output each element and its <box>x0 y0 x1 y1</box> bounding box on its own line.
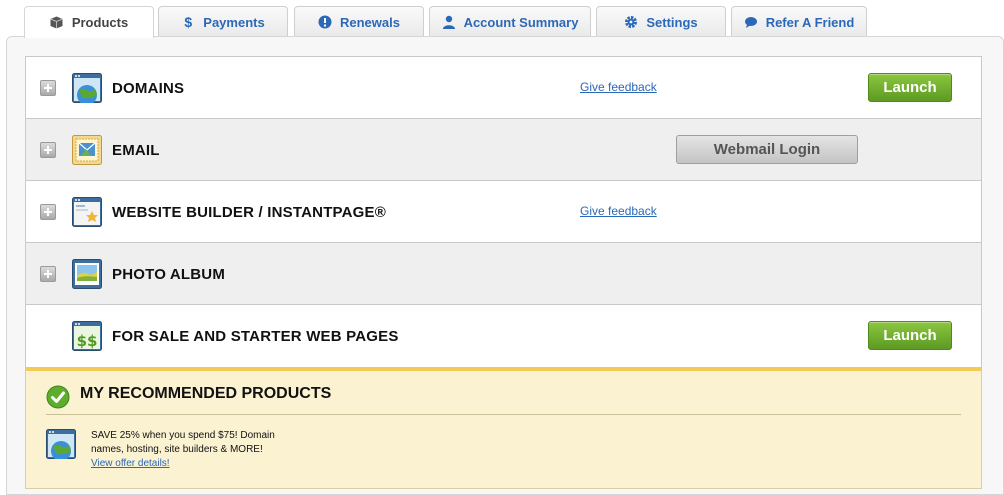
expand-icon[interactable] <box>40 142 56 158</box>
give-feedback-link[interactable]: Give feedback <box>580 204 657 218</box>
tab-renewals[interactable]: Renewals <box>294 6 424 37</box>
offer-description: SAVE 25% when you spend $75! Domain name… <box>91 429 306 471</box>
expand-icon[interactable] <box>40 80 56 96</box>
website-builder-icon <box>72 197 102 227</box>
expand-icon[interactable] <box>40 204 56 220</box>
photo-album-icon <box>72 259 102 289</box>
tab-account-summary[interactable]: Account Summary <box>429 6 591 37</box>
product-name: WEBSITE BUILDER / INSTANTPAGE® <box>112 203 387 221</box>
product-name: DOMAINS <box>112 79 185 97</box>
speech-bubble-icon <box>744 15 758 29</box>
product-row-email: EMAIL Webmail Login <box>26 119 981 181</box>
product-row-for-sale: $$ FOR SALE AND STARTER WEB PAGES Launch <box>26 305 981 367</box>
globe-window-icon <box>46 429 76 461</box>
checkmark-icon <box>46 385 70 409</box>
product-list: DOMAINS Give feedback Launch EMAIL Webma… <box>25 56 982 368</box>
tab-refer-a-friend[interactable]: Refer A Friend <box>731 6 867 37</box>
recommended-title: MY RECOMMENDED PRODUCTS <box>80 385 332 402</box>
product-row-website-builder: WEBSITE BUILDER / INSTANTPAGE® Give feed… <box>26 181 981 243</box>
give-feedback-link[interactable]: Give feedback <box>580 80 657 94</box>
tab-settings[interactable]: Settings <box>596 6 726 37</box>
product-row-photo-album: PHOTO ALBUM <box>26 243 981 305</box>
email-stamp-icon <box>72 135 102 165</box>
tab-label: Products <box>71 15 129 30</box>
webmail-login-button[interactable]: Webmail Login <box>676 135 858 164</box>
tab-label: Settings <box>646 14 698 30</box>
tab-label: Payments <box>203 14 265 30</box>
alert-icon <box>318 15 332 29</box>
tab-payments[interactable]: $ Payments <box>158 6 288 37</box>
dollar-icon: $ <box>184 14 193 30</box>
product-name: EMAIL <box>112 141 160 159</box>
recommended-products: MY RECOMMENDED PRODUCTS SAVE 25% when yo… <box>25 368 982 489</box>
gear-icon <box>624 15 638 29</box>
svg-text:$$: $$ <box>77 332 98 350</box>
globe-window-icon <box>72 73 102 105</box>
tab-products[interactable]: Products <box>24 6 154 38</box>
dollar-window-icon: $$ <box>72 321 102 351</box>
product-row-domains: DOMAINS Give feedback Launch <box>26 57 981 119</box>
view-offer-link[interactable]: View offer details! <box>91 457 306 471</box>
divider <box>46 414 961 415</box>
tab-label: Renewals <box>340 14 400 30</box>
tab-label: Account Summary <box>463 14 579 30</box>
launch-button[interactable]: Launch <box>868 321 952 350</box>
expand-icon[interactable] <box>40 266 56 282</box>
offer-text: SAVE 25% when you spend $75! Domain name… <box>91 430 275 455</box>
box-icon <box>50 16 64 30</box>
product-name: PHOTO ALBUM <box>112 265 226 283</box>
tab-label: Refer A Friend <box>765 14 855 30</box>
launch-button[interactable]: Launch <box>868 73 952 102</box>
user-icon <box>442 15 456 29</box>
product-name: FOR SALE AND STARTER WEB PAGES <box>112 327 399 345</box>
